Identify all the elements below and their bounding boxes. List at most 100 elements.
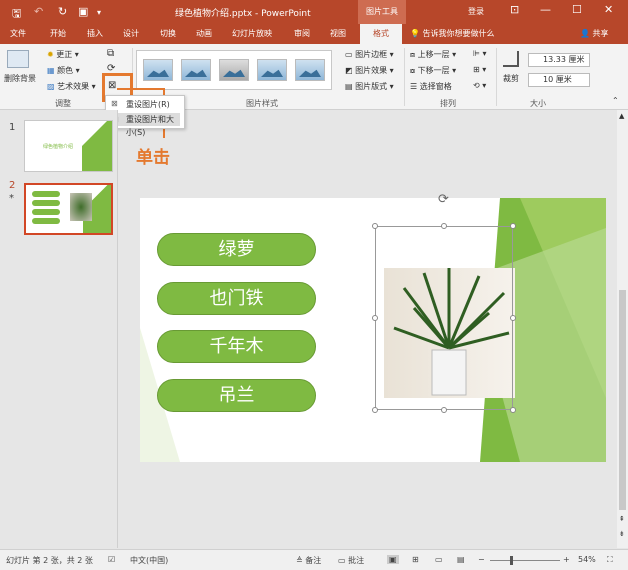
plant-label-pill[interactable]: 绿萝 (157, 233, 316, 266)
undo-icon[interactable]: ↶ (34, 5, 43, 18)
tell-me-box[interactable]: 💡 告诉我你想要做什么 (410, 28, 495, 39)
next-slide-icon[interactable]: ⇟ (619, 530, 625, 538)
artistic-effects-button[interactable]: ▨ 艺术效果 ▾ (47, 81, 96, 92)
zoom-level[interactable]: 54% (578, 555, 596, 564)
prev-slide-icon[interactable]: ⇞ (619, 515, 625, 523)
selection-pane-button[interactable]: ☰ 选择窗格 (410, 81, 452, 92)
resize-handle[interactable] (510, 223, 516, 229)
share-label: 共享 (592, 29, 609, 38)
thumb-decoration (82, 121, 112, 171)
tab-file[interactable]: 文件 (10, 28, 26, 39)
tab-format[interactable]: 格式 (360, 24, 402, 44)
tell-me-text: 告诉我你想要做什么 (422, 29, 495, 38)
reading-view-icon[interactable]: ▭ (435, 555, 443, 564)
tab-review[interactable]: 审阅 (294, 28, 310, 39)
scroll-thumb[interactable] (619, 290, 626, 510)
width-input[interactable]: 10 厘米 (528, 73, 590, 87)
artistic-label: 艺术效果 (57, 82, 90, 91)
thumb-pill (32, 209, 60, 215)
tab-insert[interactable]: 插入 (87, 28, 103, 39)
scroll-up-icon[interactable]: ▲ (619, 112, 624, 120)
language-indicator[interactable]: 中文(中国) (130, 555, 168, 566)
color-icon: ▦ (47, 66, 55, 75)
zoom-in-icon[interactable]: + (563, 555, 570, 564)
start-presentation-icon[interactable]: ▣ (78, 5, 88, 18)
save-icon[interactable]: 🖫 (12, 5, 21, 24)
picture-styles-gallery[interactable] (136, 50, 332, 90)
rotate-handle-icon[interactable]: ⟳ (438, 192, 449, 207)
plant-label-pill[interactable]: 也门铁 (157, 282, 316, 315)
resize-handle[interactable] (441, 223, 447, 229)
color-label: 颜色 (57, 66, 74, 75)
style-thumb-1[interactable] (143, 59, 173, 81)
style-thumb-2[interactable] (181, 59, 211, 81)
resize-handle[interactable] (441, 407, 447, 413)
tab-design[interactable]: 设计 (123, 28, 139, 39)
notes-button[interactable]: ≜ 备注 (296, 555, 321, 566)
bring-forward-button[interactable]: ⧈ 上移一层 ▾ (410, 49, 456, 60)
status-bar: 幻灯片 第 2 张，共 2 张 ☑ 中文(中国) ≜ 备注 ▭ 批注 ▣ ⊞ ▭… (0, 549, 628, 570)
remove-background-button[interactable]: 删除背景 (4, 73, 36, 84)
slide-thumbnail-1[interactable]: 绿色植物介绍 (24, 120, 113, 172)
align-icon[interactable]: ⊫ ▾ (473, 49, 487, 58)
slideshow-view-icon[interactable]: ▤ (457, 555, 465, 564)
tab-view[interactable]: 视图 (330, 28, 346, 39)
style-thumb-3[interactable] (219, 59, 249, 81)
login-link[interactable]: 登录 (468, 6, 484, 17)
tab-slideshow[interactable]: 幻灯片放映 (232, 28, 272, 39)
slide-thumbnail-2[interactable] (24, 183, 113, 235)
corrections-button[interactable]: ✹ 更正 ▾ (47, 49, 79, 60)
normal-view-icon[interactable]: ▣ (387, 555, 399, 564)
thumbnail-number: 2 (9, 180, 16, 191)
height-input[interactable]: 13.33 厘米 (528, 53, 590, 67)
tab-home[interactable]: 开始 (50, 28, 66, 39)
reset-picture-item[interactable]: 重设图片(R) (126, 99, 170, 110)
style-thumb-5[interactable] (295, 59, 325, 81)
document-title: 绿色植物介绍.pptx - PowerPoint (175, 9, 311, 19)
picture-border-button[interactable]: ▭ 图片边框 ▾ (345, 49, 394, 60)
zoom-slider[interactable] (490, 560, 560, 561)
resize-handle[interactable] (372, 223, 378, 229)
picture-effects-button[interactable]: ◩ 图片效果 ▾ (345, 65, 394, 76)
resize-handle[interactable] (510, 407, 516, 413)
remove-background-icon[interactable] (7, 50, 29, 68)
group-icon[interactable]: ⊞ ▾ (473, 65, 486, 74)
corrections-label: 更正 (56, 50, 73, 59)
tab-animations[interactable]: 动画 (196, 28, 212, 39)
thumb-title: 绿色植物介绍 (43, 144, 74, 150)
zoom-slider-thumb[interactable] (510, 556, 513, 565)
minimize-icon[interactable]: — (540, 3, 551, 16)
send-backward-button[interactable]: ⧇ 下移一层 ▾ (410, 65, 456, 76)
customize-toolbar-icon[interactable]: ▾ (97, 8, 101, 17)
picture-layout-button[interactable]: ▤ 图片版式 ▾ (345, 81, 394, 92)
resize-handle[interactable] (372, 315, 378, 321)
rotate-icon[interactable]: ⟲ ▾ (473, 81, 486, 90)
style-thumb-4[interactable] (257, 59, 287, 81)
color-button[interactable]: ▦ 颜色 ▾ (47, 65, 80, 76)
spelling-icon[interactable]: ☑ (108, 555, 115, 564)
comments-button[interactable]: ▭ 批注 (338, 555, 364, 566)
resize-handle[interactable] (510, 315, 516, 321)
slide-canvas[interactable]: 绿萝 也门铁 千年木 吊兰 (140, 198, 606, 462)
crop-button[interactable]: 裁剪 (503, 73, 519, 84)
fit-to-window-icon[interactable]: ⛶ (607, 555, 613, 565)
group-divider (496, 48, 497, 106)
close-icon[interactable]: ✕ (604, 3, 613, 16)
crop-icon[interactable] (503, 51, 519, 67)
slide-sorter-icon[interactable]: ⊞ (412, 555, 419, 564)
share-button[interactable]: 👤 共享 (580, 28, 609, 39)
vertical-scrollbar[interactable]: ▲ ⇞ ⇟ (617, 110, 628, 548)
collapse-ribbon-icon[interactable]: ⌃ (612, 96, 619, 105)
compress-pictures-icon[interactable]: ⧉ (107, 48, 114, 59)
maximize-icon[interactable]: ☐ (572, 3, 582, 16)
thumb-plant-image (70, 193, 92, 221)
resize-handle[interactable] (372, 407, 378, 413)
plant-label-pill[interactable]: 吊兰 (157, 379, 316, 412)
ribbon-display-icon[interactable]: ⊡ (510, 3, 519, 16)
plant-label-pill[interactable]: 千年木 (157, 330, 316, 363)
reset-picture-and-size-item[interactable]: 重设图片和大小(S) (108, 113, 180, 137)
redo-icon[interactable]: ↻ (58, 5, 67, 18)
send-backward-icon: ⧇ (410, 66, 416, 75)
tab-transitions[interactable]: 切换 (160, 28, 176, 39)
zoom-out-icon[interactable]: − (478, 555, 485, 564)
